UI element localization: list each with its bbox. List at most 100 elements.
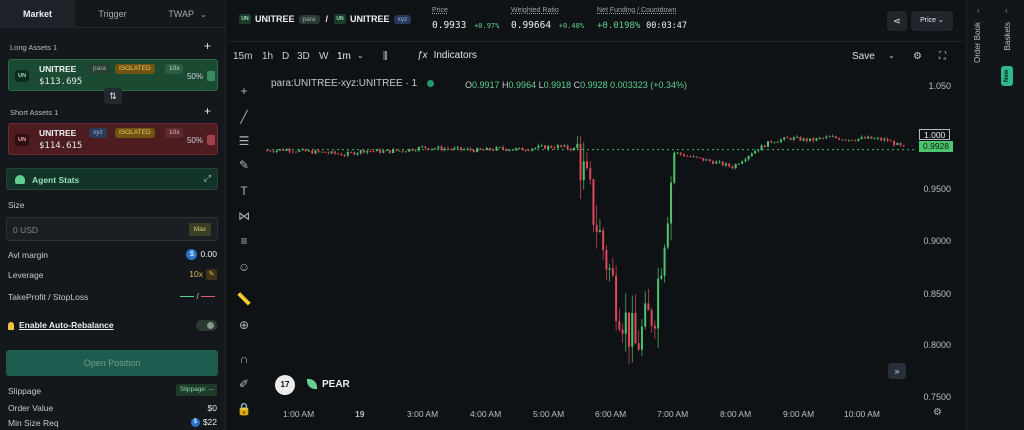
tab-market-label: Market [22, 8, 52, 19]
candle-body [640, 326, 643, 350]
net-funding-stat: Net Funding / Countdown +0.0198% 00:03:4… [597, 7, 687, 31]
candle-body [889, 140, 892, 142]
candle-body [553, 147, 556, 149]
pair-selector[interactable]: UN UNITREE para / UN UNITREE xyz [239, 14, 412, 24]
candle-body [695, 156, 698, 158]
candle-body [815, 138, 818, 141]
candle-body [495, 147, 498, 151]
candle-body [417, 146, 420, 151]
candle-body [385, 150, 388, 151]
auto-rebalance-toggle[interactable] [196, 320, 217, 331]
candle-body [501, 147, 504, 149]
candle-body [637, 343, 640, 350]
candle-body [598, 230, 601, 232]
price-dropdown[interactable]: Price ⌄ [911, 11, 953, 31]
size-input[interactable] [13, 225, 133, 235]
candle-body [398, 150, 401, 152]
long-asset-weight[interactable]: 50% [187, 72, 203, 81]
candle-body [893, 140, 896, 146]
candle-body [320, 151, 323, 153]
candle-body [702, 157, 705, 161]
open-position-button[interactable]: Open Position [6, 350, 218, 376]
short-asset-leverage[interactable]: 10x [165, 128, 184, 138]
candle-body [266, 150, 268, 152]
candle-body [298, 150, 301, 152]
price-chart[interactable] [227, 43, 965, 430]
chevron-left-icon[interactable]: ‹ [977, 6, 980, 15]
candle-body [899, 142, 902, 146]
slippage-button[interactable]: Slippage: -- [175, 384, 217, 396]
edit-icon[interactable]: ✎ [206, 269, 217, 281]
add-long-asset-button[interactable]: + [204, 39, 211, 53]
right-rail: ‹ ‹ Order Book Baskets New [966, 0, 1024, 430]
long-asset-card[interactable]: UN UNITREE para ISOLATED 10x $113.695 50… [8, 59, 218, 91]
candle-body [459, 147, 462, 150]
max-button[interactable]: Max [188, 223, 211, 236]
candle-body [408, 148, 411, 152]
leverage-label: Leverage [8, 270, 44, 280]
chevron-left-icon[interactable]: ‹ [1005, 6, 1008, 15]
candle-body [576, 143, 579, 148]
candle-body [731, 166, 734, 169]
tpsl-label: TakeProfit / StopLoss [8, 292, 89, 302]
tab-trigger[interactable]: Trigger [75, 0, 150, 28]
candle-body [511, 149, 514, 151]
candle-body [498, 147, 501, 148]
stop-loss-line [201, 296, 215, 298]
candle-body [586, 161, 588, 169]
add-short-asset-button[interactable]: + [204, 104, 211, 118]
short-asset-card[interactable]: UN UNITREE xyz ISOLATED 10x $114.615 50% [8, 123, 218, 155]
y-tick: 0.8500 [923, 289, 951, 299]
candle-body [556, 145, 559, 148]
tradingview-logo[interactable]: 17 [275, 375, 295, 395]
candle-body [282, 149, 285, 151]
share-button[interactable]: ⋖ [887, 11, 907, 31]
trash-icon[interactable] [207, 135, 215, 145]
candle-body [809, 138, 812, 141]
x-tick: 3:00 AM [407, 409, 439, 419]
baskets-tab[interactable]: Baskets [1003, 22, 1012, 50]
candle-body [718, 161, 721, 163]
gear-icon[interactable]: ⚙ [933, 407, 942, 418]
weighted-ratio-value-row: 0.99664 +0.48% [511, 20, 584, 31]
candle-body [453, 147, 456, 150]
tpsl-controls[interactable]: / [180, 292, 215, 301]
candle-body [741, 161, 744, 164]
long-assets-title: Long Assets 1 [10, 43, 58, 52]
candle-body [404, 151, 407, 153]
order-book-tab[interactable]: Order Book [973, 22, 982, 63]
size-label: Size [8, 200, 25, 210]
candle-body [676, 152, 679, 154]
toggle-knob [207, 322, 214, 329]
candle-body [902, 145, 905, 147]
candle-body [317, 150, 320, 152]
agent-stats-button[interactable]: Agent Stats ⤢ [6, 168, 218, 190]
candle-body [602, 230, 605, 250]
candle-body [550, 146, 553, 148]
pair-right-tag: xyz [393, 14, 412, 24]
auto-rebalance-label[interactable]: Enable Auto-Rebalance [19, 320, 114, 330]
expand-icon[interactable]: ⤢ [204, 173, 211, 184]
tpsl-separator: / [196, 292, 199, 301]
agent-stats-label: Agent Stats [32, 175, 80, 185]
candle-body [870, 136, 873, 139]
swap-direction-button[interactable]: ⇅ [104, 88, 122, 104]
candle-body [437, 146, 440, 149]
tab-twap[interactable]: TWAP ⌄ [150, 0, 225, 28]
candle-body [369, 150, 372, 152]
tab-market[interactable]: Market [0, 0, 75, 28]
weighted-ratio-change: +0.48% [558, 22, 585, 30]
candle-body [679, 152, 682, 155]
candle-body [569, 148, 572, 151]
long-asset-leverage[interactable]: 10x [165, 64, 184, 74]
candle-body [624, 312, 627, 334]
candle-body [779, 139, 782, 142]
tab-twap-label: TWAP [168, 8, 194, 19]
candle-body [356, 153, 359, 155]
short-asset-weight[interactable]: 50% [187, 136, 203, 145]
trash-icon[interactable] [207, 71, 215, 81]
scroll-to-realtime-button[interactable]: » [888, 363, 906, 379]
size-input-box: Max [6, 217, 218, 241]
candle-body [372, 151, 375, 152]
candle-body [896, 142, 899, 146]
